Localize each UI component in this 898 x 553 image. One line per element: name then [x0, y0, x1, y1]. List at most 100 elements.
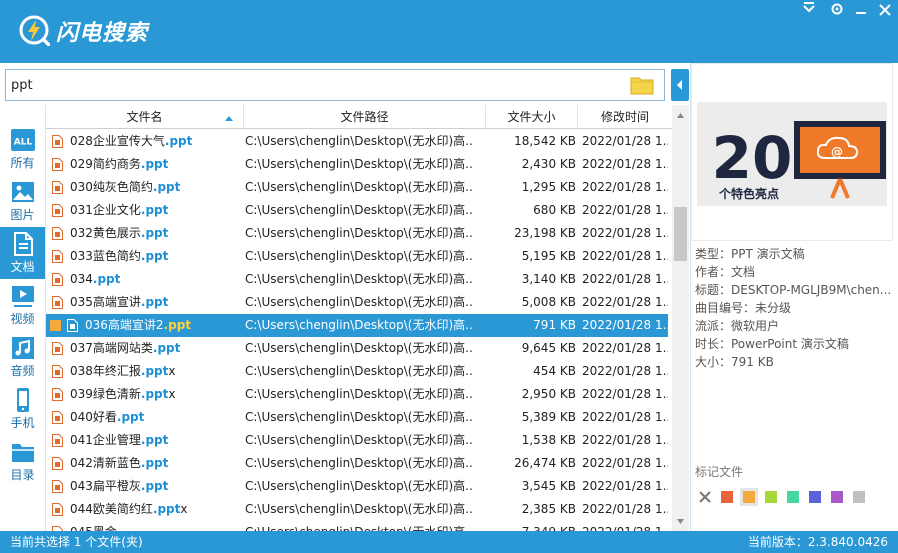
column-header-time[interactable]: 修改时间	[578, 105, 672, 129]
all-icon: ALL	[10, 129, 35, 151]
file-ext-suffix: x	[168, 364, 176, 378]
sidebar-item-video[interactable]: 视频	[0, 279, 45, 331]
column-header-path[interactable]: 文件路径	[244, 105, 486, 129]
table-row[interactable]: 036高端宣讲2.ppt C:\Users\chenglin\Desktop\(无…	[46, 314, 668, 337]
mark-color-orange[interactable]	[740, 488, 758, 506]
search-box	[5, 69, 665, 101]
file-name-cell: 038年终汇报.pptx	[50, 360, 242, 383]
file-ext-suffix: x	[180, 502, 188, 516]
clear-mark-icon[interactable]	[699, 491, 711, 503]
sidebar-item-all[interactable]: ALL 所有	[0, 123, 45, 175]
file-path-cell: C:\Users\chenglin\Desktop\(无水印)高...	[245, 502, 473, 516]
svg-text:ALL: ALL	[13, 138, 32, 148]
sidebar-item-document[interactable]: 文档	[0, 227, 45, 279]
mark-color-purple[interactable]	[831, 491, 843, 503]
table-row[interactable]: 032黄色展示.ppt C:\Users\chenglin\Desktop\(无水…	[46, 222, 668, 245]
table-row[interactable]: 042清新蓝色.ppt C:\Users\chenglin\Desktop\(无水…	[46, 452, 668, 475]
table-row[interactable]: 040好看.ppt C:\Users\chenglin\Desktop\(无水印)…	[46, 406, 668, 429]
file-name: 029简约商务	[70, 157, 141, 171]
collapse-panel-button[interactable]	[671, 69, 689, 101]
table-row[interactable]: 028企业宣传大气.ppt C:\Users\chenglin\Desktop\(…	[46, 130, 668, 153]
table-row[interactable]: 033蓝色简约.ppt C:\Users\chenglin\Desktop\(无水…	[46, 245, 668, 268]
search-input[interactable]	[6, 70, 626, 100]
mark-color-indigo[interactable]	[809, 491, 821, 503]
file-name: 043扁平橙灰	[70, 479, 141, 493]
ppt-file-icon	[52, 135, 63, 148]
prop-title: 标题：DESKTOP-MGLJB9M\chen...	[695, 283, 892, 297]
table-row[interactable]: 030纯灰色简约.ppt C:\Users\chenglin\Desktop\(无…	[46, 176, 668, 199]
table-row[interactable]: 041企业管理.ppt C:\Users\chenglin\Desktop\(无水…	[46, 429, 668, 452]
modified-time-cell: 2022/01/28 1...	[582, 521, 668, 531]
file-name-cell: 041企业管理.ppt	[50, 429, 242, 452]
settings-button[interactable]	[826, 2, 848, 22]
close-button[interactable]	[874, 2, 896, 22]
prop-size: 大小：791 KB	[695, 355, 774, 369]
mark-indicator	[50, 320, 61, 331]
file-size-cell: 1,295 KB	[521, 180, 576, 194]
table-row[interactable]: 029简约商务.ppt C:\Users\chenglin\Desktop\(无水…	[46, 153, 668, 176]
file-name: 041企业管理	[70, 433, 141, 447]
sidebar-item-directory[interactable]: 目录	[0, 435, 45, 487]
file-ext: .ppt	[116, 410, 145, 424]
table-row[interactable]: 043扁平橙灰.ppt C:\Users\chenglin\Desktop\(无水…	[46, 475, 668, 498]
folder-icon[interactable]	[630, 75, 654, 95]
file-ext: .ppt	[140, 387, 169, 401]
scroll-up-icon[interactable]	[676, 111, 685, 120]
file-size-cell: 18,542 KB	[514, 134, 576, 148]
sidebar-item-image[interactable]: 图片	[0, 175, 45, 227]
mark-color-teal[interactable]	[787, 491, 799, 503]
scrollbar-thumb[interactable]	[674, 207, 687, 261]
ppt-file-icon	[52, 434, 63, 447]
sort-up-icon	[225, 116, 233, 121]
file-ext: .ppt	[163, 318, 192, 332]
title-bar: 闪电搜索	[0, 0, 898, 63]
minimize-icon	[856, 12, 866, 14]
mark-color-gray[interactable]	[853, 491, 865, 503]
file-name-cell: 036高端宣讲2.ppt	[50, 314, 242, 337]
folder-icon	[11, 444, 34, 462]
file-size-cell: 454 KB	[533, 364, 576, 378]
minimize-button[interactable]	[850, 2, 872, 22]
scroll-down-icon[interactable]	[676, 517, 685, 526]
prop-genre: 流派：微软用户	[695, 319, 780, 333]
file-name: 035高端宣讲	[70, 295, 141, 309]
file-name: 036高端宣讲2	[85, 318, 164, 332]
file-size-cell: 2,385 KB	[521, 502, 576, 516]
file-ext: .ppt	[152, 180, 181, 194]
table-row[interactable]: 031企业文化.ppt C:\Users\chenglin\Desktop\(无水…	[46, 199, 668, 222]
file-name-cell: 042清新蓝色.ppt	[50, 452, 242, 475]
table-row[interactable]: 044欧美简约红.pptx C:\Users\chenglin\Desktop\(…	[46, 498, 668, 521]
mark-color-lime[interactable]	[765, 491, 777, 503]
file-name: 042清新蓝色	[70, 456, 141, 470]
selection-status: 当前共选择 1 个文件(夹)	[10, 535, 143, 549]
document-icon	[13, 232, 33, 256]
table-row[interactable]: 035高端宣讲.ppt C:\Users\chenglin\Desktop\(无水…	[46, 291, 668, 314]
file-name: 030纯灰色简约	[70, 180, 153, 194]
sidebar-item-audio[interactable]: 音频	[0, 331, 45, 383]
column-header-name[interactable]: 文件名	[46, 105, 244, 129]
ppt-file-icon	[52, 227, 63, 240]
sidebar-item-phone[interactable]: 手机	[0, 383, 45, 435]
menu-button[interactable]	[798, 2, 820, 22]
table-row[interactable]: 045黑金C:\Users\chenglin\Desktop\(无水印)高...…	[46, 521, 668, 531]
gear-icon	[831, 3, 843, 15]
ppt-file-icon	[52, 273, 63, 286]
file-name-cell: 028企业宣传大气.ppt	[50, 130, 242, 153]
modified-time-cell: 2022/01/28 1...	[582, 180, 668, 194]
modified-time-cell: 2022/01/28 1...	[582, 203, 668, 217]
table-row[interactable]: 038年终汇报.pptx C:\Users\chenglin\Desktop\(无…	[46, 360, 668, 383]
file-name: 028企业宣传大气	[70, 134, 165, 148]
file-size-cell: 1,538 KB	[521, 433, 576, 447]
vertical-scrollbar[interactable]	[672, 105, 689, 531]
file-name-cell: 043扁平橙灰.ppt	[50, 475, 242, 498]
table-row[interactable]: 037高端网站类.ppt C:\Users\chenglin\Desktop\(无…	[46, 337, 668, 360]
video-icon	[11, 286, 34, 307]
column-header-size[interactable]: 文件大小	[486, 105, 578, 129]
table-row[interactable]: 034.ppt C:\Users\chenglin\Desktop\(无水印)高.…	[46, 268, 668, 291]
file-name: 037高端网站类	[70, 341, 153, 355]
file-size-cell: 2,950 KB	[521, 387, 576, 401]
file-ext: .ppt	[152, 341, 181, 355]
modified-time-cell: 2022/01/28 1...	[582, 433, 668, 447]
mark-color-red[interactable]	[721, 491, 733, 503]
table-row[interactable]: 039绿色清新.pptx C:\Users\chenglin\Desktop\(无…	[46, 383, 668, 406]
